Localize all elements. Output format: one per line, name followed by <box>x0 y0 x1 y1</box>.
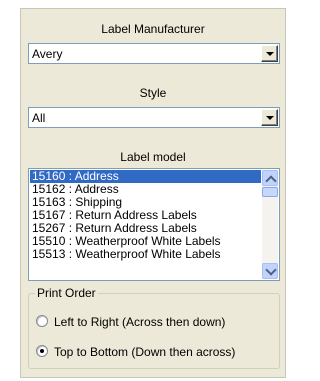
style-select[interactable]: All <box>28 107 280 128</box>
style-value: All <box>32 111 46 125</box>
chevron-down-icon <box>265 264 277 276</box>
manufacturer-label: Label Manufacturer <box>101 22 205 36</box>
print-order-legend: Print Order <box>35 286 98 300</box>
manufacturer-value: Avery <box>32 47 63 61</box>
radio-label[interactable]: Top to Bottom (Down then across) <box>54 345 235 359</box>
print-order-group: Print Order Left to Right (Across then d… <box>28 286 280 369</box>
scroll-thumb[interactable] <box>262 187 278 197</box>
list-item[interactable]: 15513 : Weatherproof White Labels <box>30 248 261 261</box>
manufacturer-dropdown-button[interactable] <box>261 45 278 62</box>
label-options-panel: Label Manufacturer Avery Style All Label… <box>20 8 286 378</box>
radio-button[interactable] <box>36 315 48 327</box>
style-label: Style <box>139 86 167 100</box>
radio-selected-dot <box>40 349 44 353</box>
scroll-up-button[interactable] <box>262 170 278 187</box>
scroll-down-button[interactable] <box>262 263 278 279</box>
list-item[interactable] <box>30 261 261 274</box>
chevron-down-icon <box>266 116 274 120</box>
chevron-up-icon <box>265 175 277 187</box>
vertical-scrollbar[interactable] <box>262 170 278 279</box>
manufacturer-select[interactable]: Avery <box>28 43 280 64</box>
label-model-list[interactable]: 15160 : Address 15162 : Address 15163 : … <box>28 168 280 281</box>
style-dropdown-button[interactable] <box>261 109 278 126</box>
label-model-label: Label model <box>120 150 186 164</box>
radio-button[interactable] <box>36 345 48 357</box>
radio-label[interactable]: Left to Right (Across then down) <box>54 315 225 329</box>
chevron-down-icon <box>266 52 274 56</box>
